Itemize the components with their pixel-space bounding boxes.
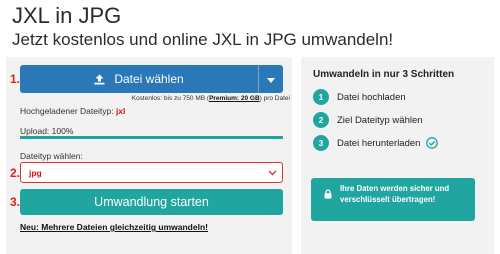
multiple-files-link[interactable]: Neu: Mehrere Dateien gleichzeitig umwand… (20, 222, 208, 232)
steps-title: Umwandeln in nur 3 Schritten (313, 69, 455, 80)
upload-status: Upload: 100% (20, 126, 74, 136)
select-label: Dateityp wählen: (20, 151, 83, 161)
start-conversion-button[interactable]: Umwandlung starten (20, 189, 283, 215)
limit-note-prefix: Kostenlos: bis zu 750 MB ( (131, 95, 210, 102)
premium-link[interactable]: Premium: 20 GB (209, 95, 260, 102)
step-number-badge: 2 (313, 112, 329, 128)
step-marker-2: 2. (10, 166, 21, 180)
check-circle-icon (426, 137, 439, 149)
step-item-upload: 1 Datei hochladen (313, 89, 406, 105)
uploaded-filetype-value: jxl (115, 106, 126, 116)
secure-transfer-notice: Ihre Daten werden sicher und verschlüsse… (311, 178, 475, 221)
step-item-choose-type: 2 Ziel Dateityp wählen (313, 112, 423, 128)
target-filetype-select[interactable]: jpg (20, 162, 283, 183)
page-title: JXL in JPG (12, 3, 122, 28)
steps-panel (301, 57, 494, 254)
upload-main-button[interactable]: Datei wählen (20, 65, 258, 93)
upload-source-dropdown[interactable] (258, 65, 283, 93)
step-item-download: 3 Datei herunterladen (313, 135, 439, 151)
page-subtitle: Jetzt kostenlos und online JXL in JPG um… (12, 30, 394, 49)
step-number-badge: 1 (313, 89, 329, 105)
step-number-badge: 3 (313, 135, 329, 151)
uploaded-filetype: Hochgeladener Dateityp: jxl (20, 106, 125, 116)
upload-icon (94, 74, 105, 85)
upload-button-label: Datei wählen (114, 72, 184, 86)
step-marker-3: 3. (10, 195, 21, 209)
step-marker-1: 1. (10, 72, 21, 86)
uploaded-filetype-label: Hochgeladener Dateityp: (20, 106, 114, 116)
upload-progress-fill (20, 136, 283, 139)
file-limit-note: Kostenlos: bis zu 750 MB (Premium: 20 GB… (132, 95, 290, 102)
upload-button[interactable]: Datei wählen (20, 65, 283, 93)
chevron-down-icon (268, 168, 277, 179)
caret-down-icon (267, 72, 275, 86)
privacy-link[interactable]: Hinweise zum Datenschutz (313, 202, 410, 211)
upload-progress-bar (20, 136, 283, 139)
step-label: Datei herunterladen (337, 137, 421, 149)
step-label: Ziel Dateityp wählen (337, 114, 423, 126)
limit-note-suffix: ) pro Datei (259, 95, 290, 102)
target-filetype-value: jpg (29, 167, 42, 178)
step-label: Datei hochladen (337, 91, 406, 103)
